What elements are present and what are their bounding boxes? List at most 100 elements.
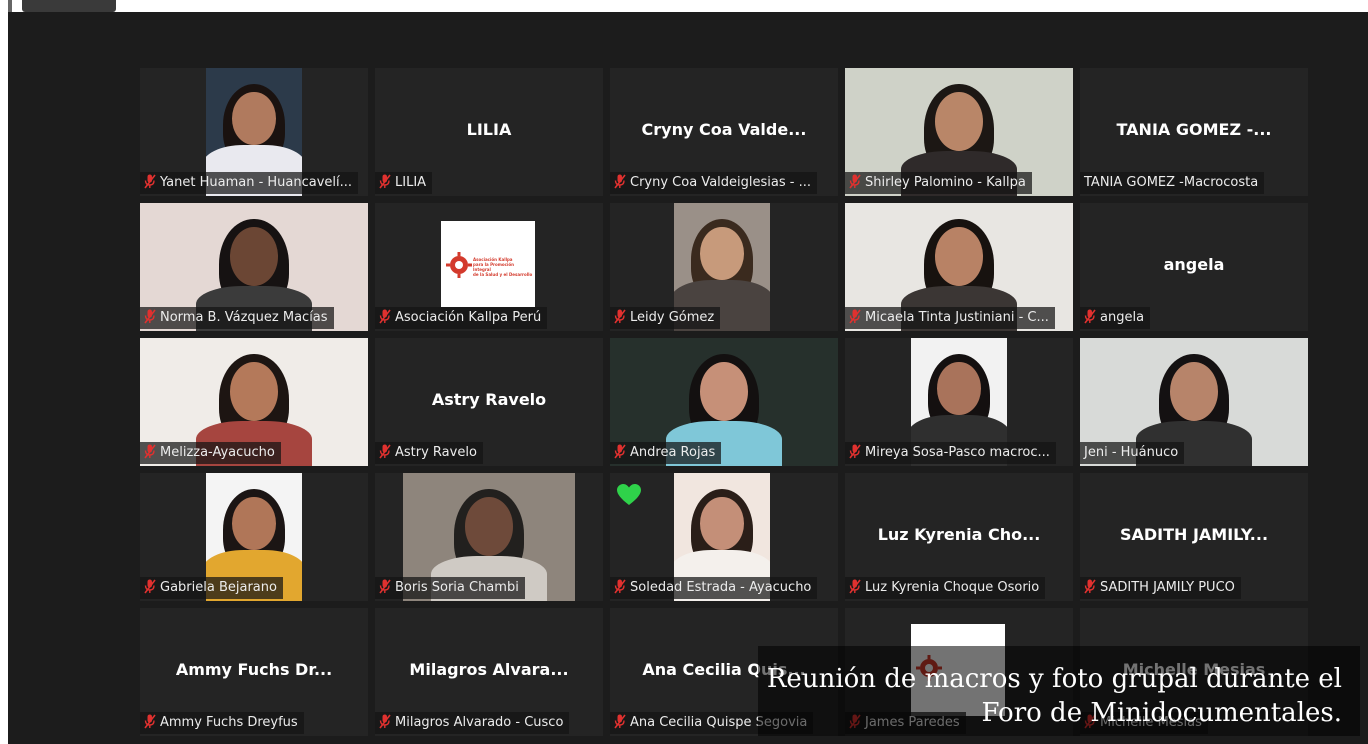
participant-name: Yanet Huaman - Huancavelí... [160,175,353,190]
participant-face [232,92,276,145]
logo-caption: Asociación Kallpa para la Promoción Integ… [473,257,533,277]
top-tab[interactable] [22,0,116,12]
participant-tile[interactable]: LILIA LILIA [375,68,603,196]
participant-tile[interactable]: Astry Ravelo Astry Ravelo [375,338,603,466]
participant-nameplate: Astry Ravelo [375,442,483,464]
participant-name: Leidy Gómez [630,310,715,325]
participant-display-name: LILIA [466,120,512,139]
participant-tile[interactable]: Micaela Tinta Justiniani - C... [845,203,1073,331]
participant-display-name: Astry Ravelo [431,390,547,409]
caption-line-2: Foro de Minidocumentales. [981,698,1342,728]
participant-display-name: Cryny Coa Valde... [641,120,807,139]
participant-name: Jeni - Huánuco [1084,445,1179,460]
participant-face [935,92,983,151]
participant-tile[interactable]: Milagros Alvara... Milagros Alvarado - Cu… [375,608,603,736]
participant-face [935,227,983,286]
muted-microphone-icon [849,579,861,594]
muted-microphone-icon [614,444,626,459]
participant-tile[interactable]: Soledad Estrada - Ayacucho [610,473,838,601]
participant-tile[interactable]: Yanet Huaman - Huancavelí... [140,68,368,196]
participant-face [1170,362,1218,421]
participant-face [230,227,278,286]
participant-name: Micaela Tinta Justiniani - C... [865,310,1049,325]
participant-name: Astry Ravelo [395,445,477,460]
participant-tile[interactable]: Cryny Coa Valde... Cryny Coa Valdeiglesia… [610,68,838,196]
participant-tile[interactable]: Melizza-Ayacucho [140,338,368,466]
muted-microphone-icon [144,714,156,729]
participant-display-name: TANIA GOMEZ -... [1116,120,1272,139]
participant-name: Ammy Fuchs Dreyfus [160,715,298,730]
participant-name: Luz Kyrenia Choque Osorio [865,580,1040,595]
participant-face [232,497,276,550]
participant-nameplate: Shirley Palomino - Kallpa [845,172,1032,194]
participant-face [700,227,744,280]
participant-name: Mireya Sosa-Pasco macroc... [865,445,1050,460]
participant-name: Soledad Estrada - Ayacucho [630,580,812,595]
green-heart-icon [616,483,642,507]
muted-microphone-icon [144,579,156,594]
participant-nameplate: Gabriela Bejarano [140,577,283,599]
participant-tile[interactable]: Andrea Rojas [610,338,838,466]
participant-face [700,362,748,421]
muted-microphone-icon [144,174,156,189]
participant-face [937,362,981,415]
participant-tile[interactable]: Luz Kyrenia Cho... Luz Kyrenia Choque Oso… [845,473,1073,601]
muted-microphone-icon [379,714,391,729]
muted-microphone-icon [614,174,626,189]
participant-tile[interactable]: Mireya Sosa-Pasco macroc... [845,338,1073,466]
participant-display-name: Luz Kyrenia Cho... [877,525,1041,544]
participant-nameplate: Andrea Rojas [610,442,722,464]
caption-text: Reunión de macros y foto grupal durante … [767,662,1342,730]
muted-microphone-icon [849,309,861,324]
participant-name: angela [1100,310,1145,325]
participant-tile[interactable]: Leidy Gómez [610,203,838,331]
participant-tile[interactable]: TANIA GOMEZ -... TANIA GOMEZ -Macrocosta [1080,68,1308,196]
participant-nameplate: TANIA GOMEZ -Macrocosta [1080,172,1265,194]
logo-caption-line: para la Promoción Integral [473,262,514,272]
participant-name: Gabriela Bejarano [160,580,277,595]
participant-nameplate: Asociación Kallpa Perú [375,307,548,329]
participant-nameplate: LILIA [375,172,433,194]
participant-face [465,497,513,556]
participant-display-name: Ammy Fuchs Dr... [175,660,333,679]
participant-tile[interactable]: Jeni - Huánuco [1080,338,1308,466]
participant-nameplate: Melizza-Ayacucho [140,442,281,464]
participant-nameplate: Leidy Gómez [610,307,721,329]
participant-name: Milagros Alvarado - Cusco [395,715,564,730]
muted-microphone-icon [144,444,156,459]
participant-nameplate: Yanet Huaman - Huancavelí... [140,172,359,194]
muted-microphone-icon [379,309,391,324]
muted-microphone-icon [849,444,861,459]
participant-nameplate: Milagros Alvarado - Cusco [375,712,570,734]
muted-microphone-icon [614,714,626,729]
participant-name: Asociación Kallpa Perú [395,310,542,325]
participant-name: Melizza-Ayacucho [160,445,275,460]
participant-face [230,362,278,421]
muted-microphone-icon [849,174,861,189]
participant-nameplate: Soledad Estrada - Ayacucho [610,577,818,599]
participant-tile[interactable]: Asociación Kallpa para la Promoción Integ… [375,203,603,331]
window-top-strip [0,0,1368,12]
participant-name: Shirley Palomino - Kallpa [865,175,1026,190]
participant-name: Norma B. Vázquez Macías [160,310,328,325]
participant-tile[interactable]: Boris Soria Chambi [375,473,603,601]
participant-name: Boris Soria Chambi [395,580,519,595]
participant-tile[interactable]: Norma B. Vázquez Macías [140,203,368,331]
participant-tile[interactable]: Ammy Fuchs Dr... Ammy Fuchs Dreyfus [140,608,368,736]
muted-microphone-icon [144,309,156,324]
muted-microphone-icon [614,309,626,324]
participant-nameplate: Norma B. Vázquez Macías [140,307,334,329]
muted-microphone-icon [379,444,391,459]
participant-tile[interactable]: SADITH JAMILY... SADITH JAMILY PUCO [1080,473,1308,601]
participant-name: LILIA [395,175,427,190]
organization-logo: Asociación Kallpa para la Promoción Integ… [441,221,535,307]
participant-tile[interactable]: Shirley Palomino - Kallpa [845,68,1073,196]
participant-nameplate: Boris Soria Chambi [375,577,525,599]
participant-tile[interactable]: angela angela [1080,203,1308,331]
participant-nameplate: angela [1080,307,1151,329]
participant-nameplate: Ammy Fuchs Dreyfus [140,712,304,734]
participant-tile[interactable]: Gabriela Bejarano [140,473,368,601]
muted-microphone-icon [614,579,626,594]
participant-name: Cryny Coa Valdeiglesias - ... [630,175,811,190]
participant-nameplate: Micaela Tinta Justiniani - C... [845,307,1055,329]
